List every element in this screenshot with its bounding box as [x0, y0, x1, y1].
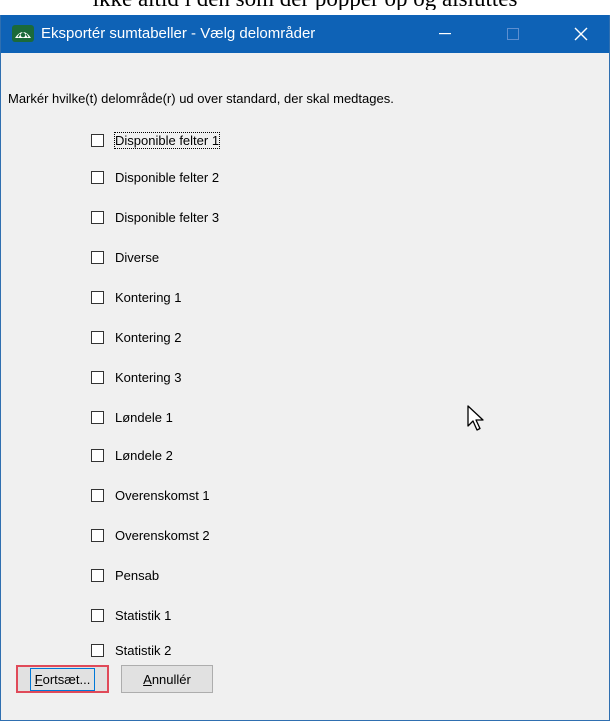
- option-label: Statistik 1: [115, 607, 172, 623]
- option-label: Kontering 1: [115, 289, 182, 305]
- checkbox[interactable]: [91, 330, 104, 344]
- option-label: Disponible felter 1: [113, 131, 221, 149]
- checkbox[interactable]: [91, 643, 104, 657]
- option-label: Disponible felter 2: [115, 169, 220, 185]
- option-kontering-3[interactable]: Kontering 3: [91, 367, 182, 387]
- continue-button-label: Fortsæt...: [29, 667, 96, 691]
- option-statistik-1[interactable]: Statistik 1: [91, 605, 171, 625]
- app-logo-icon: [12, 25, 34, 42]
- mouse-pointer-icon: [467, 405, 484, 431]
- option-label: Løndele 1: [115, 409, 173, 425]
- option-label: Diverse: [115, 249, 160, 265]
- checkbox[interactable]: [91, 290, 104, 304]
- checkbox[interactable]: [91, 608, 104, 622]
- option-label: Løndele 2: [115, 447, 173, 463]
- cancel-mnemonic: A: [143, 671, 152, 687]
- option-diverse[interactable]: Diverse: [91, 247, 159, 267]
- option-label: Disponible felter 3: [115, 209, 220, 225]
- option-kontering-1[interactable]: Kontering 1: [91, 287, 182, 307]
- maximize-button[interactable]: [490, 15, 536, 53]
- checkbox[interactable]: [91, 448, 104, 462]
- option-loendele-2[interactable]: Løndele 2: [91, 445, 173, 465]
- minimize-button[interactable]: [422, 15, 468, 53]
- option-label: Statistik 2: [115, 642, 172, 658]
- checkbox[interactable]: [91, 170, 104, 184]
- option-kontering-2[interactable]: Kontering 2: [91, 327, 182, 347]
- option-pensab[interactable]: Pensab: [91, 565, 159, 585]
- checkbox[interactable]: [91, 488, 104, 502]
- close-icon: [574, 27, 588, 41]
- checkbox[interactable]: [91, 528, 104, 542]
- cancel-button[interactable]: Annullér: [121, 665, 213, 693]
- minimize-icon: [439, 33, 451, 35]
- background-document-text: ikke altid i den som der popper op og al…: [0, 0, 610, 10]
- option-disponible-felter-1[interactable]: Disponible felter 1: [91, 130, 221, 150]
- maximize-icon: [507, 28, 519, 40]
- cancel-button-label: Annullér: [143, 672, 191, 687]
- checkbox[interactable]: [91, 210, 104, 224]
- option-label: Kontering 2: [115, 329, 182, 345]
- checkbox[interactable]: [91, 410, 104, 424]
- checkbox[interactable]: [91, 568, 104, 582]
- option-loendele-1[interactable]: Løndele 1: [91, 407, 173, 427]
- window-title: Eksportér sumtabeller - Vælg delområder: [41, 25, 316, 42]
- continue-mnemonic: F: [34, 671, 43, 687]
- option-statistik-2[interactable]: Statistik 2: [91, 640, 171, 660]
- option-disponible-felter-3[interactable]: Disponible felter 3: [91, 207, 219, 227]
- option-overenskomst-2[interactable]: Overenskomst 2: [91, 525, 210, 545]
- option-label: Kontering 3: [115, 369, 182, 385]
- dialog-window: Eksportér sumtabeller - Vælg delområder …: [0, 15, 610, 721]
- option-overenskomst-1[interactable]: Overenskomst 1: [91, 485, 210, 505]
- option-label: Overenskomst 1: [115, 487, 210, 503]
- cancel-label-rest: nnullér: [151, 671, 191, 687]
- continue-label-rest: ortsæt...: [42, 671, 91, 687]
- dialog-content: Markér hvilke(t) delområde(r) ud over st…: [1, 53, 609, 720]
- option-label: Overenskomst 2: [115, 527, 210, 543]
- title-bar[interactable]: Eksportér sumtabeller - Vælg delområder: [1, 15, 609, 53]
- close-button[interactable]: [558, 15, 604, 53]
- instruction-text: Markér hvilke(t) delområde(r) ud over st…: [8, 91, 394, 106]
- continue-button[interactable]: Fortsæt...: [16, 665, 109, 693]
- option-label: Pensab: [115, 567, 160, 583]
- checkbox[interactable]: [91, 250, 104, 264]
- option-disponible-felter-2[interactable]: Disponible felter 2: [91, 167, 219, 187]
- checkbox[interactable]: [91, 370, 104, 384]
- checkbox[interactable]: [91, 133, 104, 147]
